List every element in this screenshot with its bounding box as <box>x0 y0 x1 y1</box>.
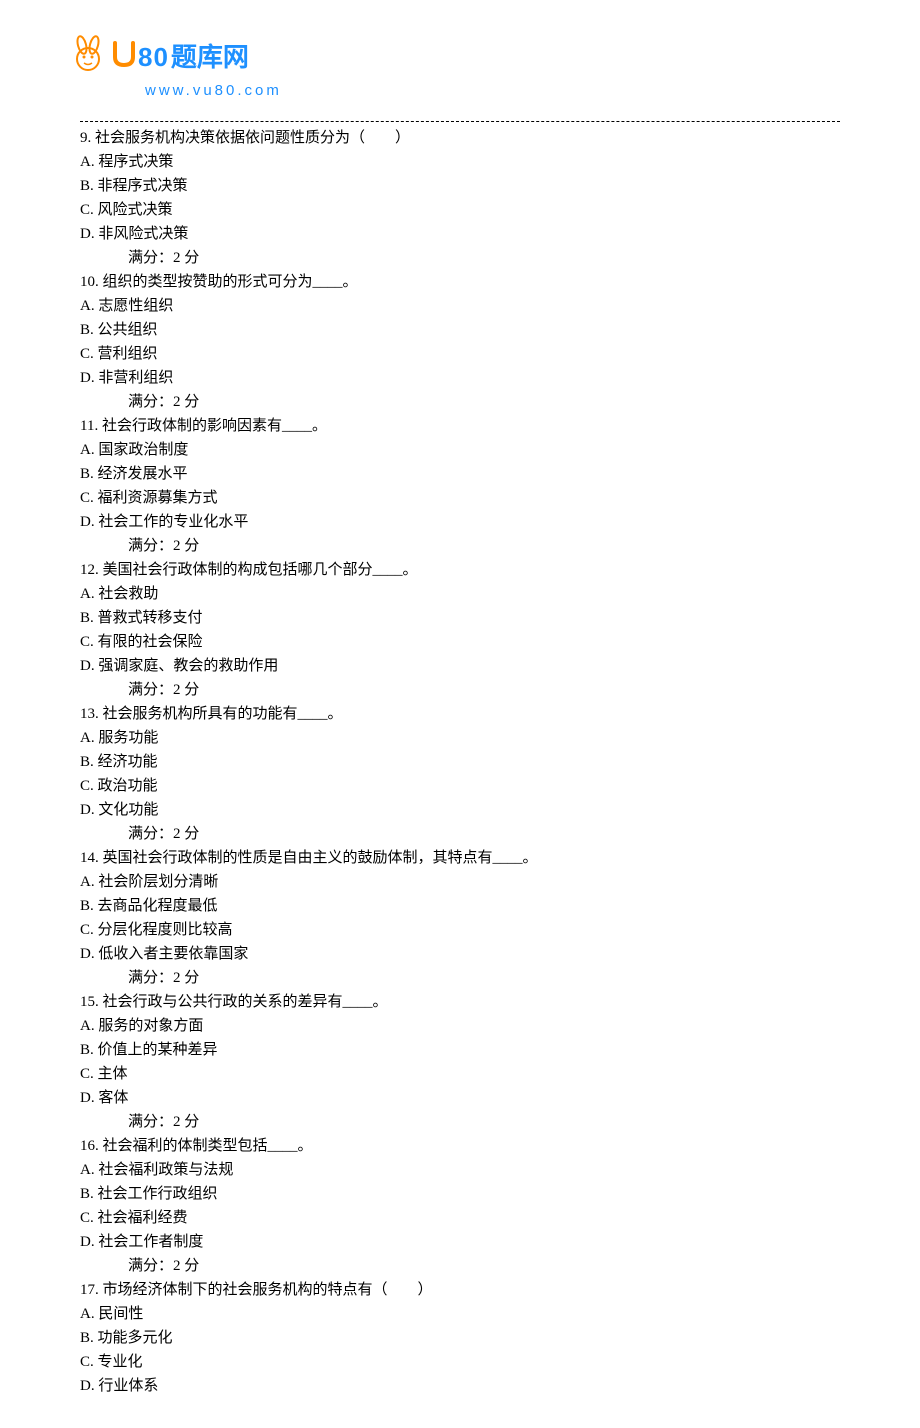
question-score: 满分：2 分 <box>80 1110 840 1134</box>
question-option: B. 公共组织 <box>80 318 840 342</box>
questions-container: 9. 社会服务机构决策依据依问题性质分为（ ）A. 程序式决策B. 非程序式决策… <box>80 126 840 1398</box>
bunny-icon <box>70 35 110 81</box>
logo-url: www.vu80.com <box>70 79 920 103</box>
question-option: A. 志愿性组织 <box>80 294 840 318</box>
question-text: 15. 社会行政与公共行政的关系的差异有____。 <box>80 990 840 1014</box>
logo: 80 题库网 <box>70 35 920 81</box>
question-option: D. 客体 <box>80 1086 840 1110</box>
question-option: D. 非风险式决策 <box>80 222 840 246</box>
question-score: 满分：2 分 <box>80 678 840 702</box>
question-option: C. 社会福利经费 <box>80 1206 840 1230</box>
question-block: 15. 社会行政与公共行政的关系的差异有____。A. 服务的对象方面B. 价值… <box>80 990 840 1134</box>
question-option: B. 经济发展水平 <box>80 462 840 486</box>
question-option: B. 功能多元化 <box>80 1326 840 1350</box>
question-option: A. 民间性 <box>80 1302 840 1326</box>
question-option: B. 非程序式决策 <box>80 174 840 198</box>
question-option: A. 国家政治制度 <box>80 438 840 462</box>
question-option: A. 服务功能 <box>80 726 840 750</box>
logo-brand-text: 题库网 <box>171 37 249 79</box>
question-option: C. 专业化 <box>80 1350 840 1374</box>
question-option: A. 社会阶层划分清晰 <box>80 870 840 894</box>
question-text: 10. 组织的类型按赞助的形式可分为____。 <box>80 270 840 294</box>
question-option: A. 社会救助 <box>80 582 840 606</box>
question-text: 9. 社会服务机构决策依据依问题性质分为（ ） <box>80 126 840 150</box>
question-option: C. 主体 <box>80 1062 840 1086</box>
question-score: 满分：2 分 <box>80 390 840 414</box>
question-option: D. 低收入者主要依靠国家 <box>80 942 840 966</box>
question-option: A. 程序式决策 <box>80 150 840 174</box>
question-text: 11. 社会行政体制的影响因素有____。 <box>80 414 840 438</box>
question-text: 16. 社会福利的体制类型包括____。 <box>80 1134 840 1158</box>
question-block: 17. 市场经济体制下的社会服务机构的特点有（ ）A. 民间性B. 功能多元化C… <box>80 1278 840 1398</box>
logo-brand-number: 80 <box>138 37 169 79</box>
question-score: 满分：2 分 <box>80 1254 840 1278</box>
question-option: D. 非营利组织 <box>80 366 840 390</box>
question-text: 14. 英国社会行政体制的性质是自由主义的鼓励体制，其特点有____。 <box>80 846 840 870</box>
question-option: C. 福利资源募集方式 <box>80 486 840 510</box>
question-block: 16. 社会福利的体制类型包括____。A. 社会福利政策与法规B. 社会工作行… <box>80 1134 840 1278</box>
question-option: C. 分层化程度则比较高 <box>80 918 840 942</box>
logo-header: 80 题库网 www.vu80.com <box>0 0 920 103</box>
question-text: 13. 社会服务机构所具有的功能有____。 <box>80 702 840 726</box>
question-score: 满分：2 分 <box>80 822 840 846</box>
question-option: B. 普救式转移支付 <box>80 606 840 630</box>
question-option: C. 风险式决策 <box>80 198 840 222</box>
question-option: D. 社会工作的专业化水平 <box>80 510 840 534</box>
question-option: B. 价值上的某种差异 <box>80 1038 840 1062</box>
question-option: A. 社会福利政策与法规 <box>80 1158 840 1182</box>
question-option: D. 强调家庭、教会的救助作用 <box>80 654 840 678</box>
question-option: B. 经济功能 <box>80 750 840 774</box>
question-text: 17. 市场经济体制下的社会服务机构的特点有（ ） <box>80 1278 840 1302</box>
question-option: D. 行业体系 <box>80 1374 840 1398</box>
question-text: 12. 美国社会行政体制的构成包括哪几个部分____。 <box>80 558 840 582</box>
question-option: D. 文化功能 <box>80 798 840 822</box>
question-block: 9. 社会服务机构决策依据依问题性质分为（ ）A. 程序式决策B. 非程序式决策… <box>80 126 840 270</box>
question-score: 满分：2 分 <box>80 246 840 270</box>
question-option: C. 政治功能 <box>80 774 840 798</box>
question-option: D. 社会工作者制度 <box>80 1230 840 1254</box>
question-option: B. 去商品化程度最低 <box>80 894 840 918</box>
question-score: 满分：2 分 <box>80 966 840 990</box>
question-option: C. 营利组织 <box>80 342 840 366</box>
content-area: 9. 社会服务机构决策依据依问题性质分为（ ）A. 程序式决策B. 非程序式决策… <box>0 103 920 1428</box>
question-block: 14. 英国社会行政体制的性质是自由主义的鼓励体制，其特点有____。A. 社会… <box>80 846 840 990</box>
question-option: A. 服务的对象方面 <box>80 1014 840 1038</box>
question-block: 12. 美国社会行政体制的构成包括哪几个部分____。A. 社会救助B. 普救式… <box>80 558 840 702</box>
question-block: 11. 社会行政体制的影响因素有____。A. 国家政治制度B. 经济发展水平C… <box>80 414 840 558</box>
logo-u-icon <box>112 39 136 77</box>
question-block: 10. 组织的类型按赞助的形式可分为____。A. 志愿性组织B. 公共组织C.… <box>80 270 840 414</box>
question-block: 13. 社会服务机构所具有的功能有____。A. 服务功能B. 经济功能C. 政… <box>80 702 840 846</box>
divider <box>80 121 840 122</box>
question-option: B. 社会工作行政组织 <box>80 1182 840 1206</box>
question-option: C. 有限的社会保险 <box>80 630 840 654</box>
question-score: 满分：2 分 <box>80 534 840 558</box>
